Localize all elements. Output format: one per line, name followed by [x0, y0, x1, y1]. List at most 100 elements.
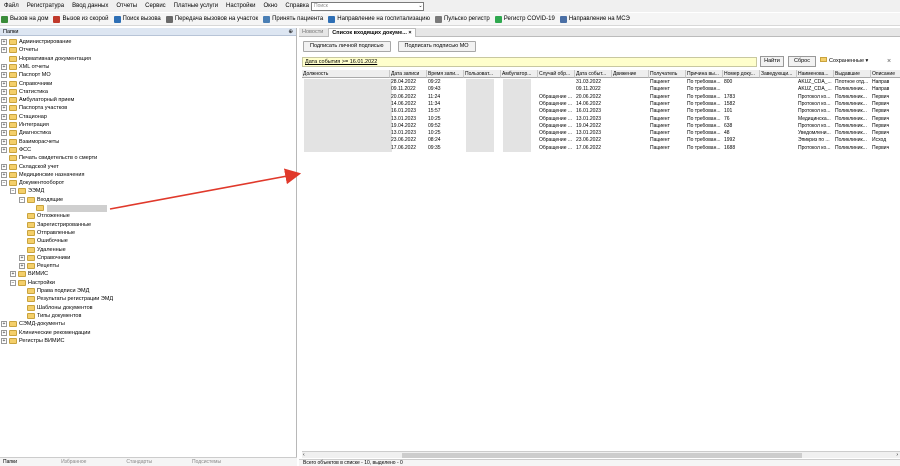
tree-node[interactable]: Шаблоны документов	[19, 304, 93, 312]
tree-node[interactable]: + Паспорт МО	[1, 71, 51, 79]
tree-node[interactable]: + Клинические рекомендации	[1, 329, 90, 337]
tree-node[interactable]: + Регистры ВИМИС	[1, 337, 65, 345]
expand-icon[interactable]: +	[1, 47, 7, 54]
table-cell[interactable]: Пациент	[649, 123, 686, 130]
tree-node[interactable]: + Справочники	[1, 80, 52, 88]
collapse-icon[interactable]: −	[19, 196, 25, 203]
table-cell[interactable]: Пациент	[649, 94, 686, 101]
table-cell[interactable]: По требован...	[686, 108, 723, 115]
table-cell[interactable]: Пациент	[649, 145, 686, 152]
column-header[interactable]: Движение	[612, 70, 649, 78]
expand-icon[interactable]: +	[19, 263, 25, 270]
filter-condition[interactable]: Дата события >= 16.01.2022	[302, 57, 757, 67]
table-cell[interactable]: Обращение ...	[538, 101, 575, 108]
table-cell[interactable]: 1992	[723, 137, 760, 144]
table-cell[interactable]: По требован...	[686, 79, 723, 86]
expand-icon[interactable]: +	[1, 163, 7, 170]
table-cell[interactable]: Пациент	[649, 101, 686, 108]
table-cell[interactable]: По требован...	[686, 130, 723, 137]
tree-node[interactable]: + Стационар	[1, 113, 47, 121]
expand-icon[interactable]: +	[19, 254, 25, 261]
table-cell[interactable]: Первич	[871, 108, 900, 115]
menu-item[interactable]: Платные услуги	[174, 3, 218, 9]
tree-node[interactable]: + Взаиморасчеты	[1, 138, 59, 146]
table-cell[interactable]: 19.04.2022	[390, 123, 427, 130]
search-input[interactable]: Поиск	[311, 2, 424, 11]
expand-icon[interactable]: +	[1, 171, 7, 178]
table-cell[interactable]: Пациент	[649, 130, 686, 137]
tree-node[interactable]: Ошибочные	[19, 237, 68, 245]
table-cell[interactable]: Поликлиник...	[834, 123, 871, 130]
table-cell[interactable]: Пациент	[649, 116, 686, 123]
table-cell[interactable]: 13.01.2023	[390, 116, 427, 123]
table-cell[interactable]: 10:25	[427, 116, 464, 123]
table-cell[interactable]: Первич	[871, 123, 900, 130]
close-filter-icon[interactable]: ×	[884, 56, 894, 67]
table-cell[interactable]: Обращение ...	[538, 145, 575, 152]
expand-icon[interactable]: +	[1, 80, 7, 87]
tree-node[interactable]: + ФСС	[1, 146, 31, 154]
expand-icon[interactable]: +	[1, 97, 7, 104]
expand-icon[interactable]: +	[1, 138, 7, 145]
tree-node[interactable]	[28, 204, 107, 212]
tree-node[interactable]: + Паспорта участков	[1, 104, 67, 112]
table-cell[interactable]: Направ	[871, 86, 900, 93]
table-cell[interactable]: 13.01.2023	[390, 130, 427, 137]
tree-node[interactable]: Отложенные	[19, 212, 70, 220]
table-cell[interactable]: Направ	[871, 79, 900, 86]
table-cell[interactable]: AKUZ_CDA_...	[797, 86, 834, 93]
table-cell[interactable]: 09:22	[427, 79, 464, 86]
table-cell[interactable]: По требован...	[686, 145, 723, 152]
column-header[interactable]: Получатель	[649, 70, 686, 78]
document-tab[interactable]: Список входящих докуме... ×	[328, 28, 416, 37]
panel-switch-tab[interactable]: Папки	[3, 459, 17, 465]
collapse-icon[interactable]: −	[10, 188, 16, 195]
column-header[interactable]: Время запи...	[427, 70, 464, 78]
tree-node[interactable]: Зарегистрированные	[19, 221, 91, 229]
tree-node[interactable]: + ВИМИС	[10, 270, 48, 278]
table-cell[interactable]: 48	[723, 130, 760, 137]
column-header[interactable]: Дата записи	[390, 70, 427, 78]
toolbar-button[interactable]: Передача вызовов на участок	[165, 15, 258, 23]
table-cell[interactable]: Пациент	[649, 79, 686, 86]
menu-item[interactable]: Окно	[263, 3, 277, 9]
tree-node[interactable]: + Справочники	[19, 254, 70, 262]
table-cell[interactable]: 13.01.2023	[575, 116, 612, 123]
table-cell[interactable]: 638	[723, 123, 760, 130]
table-cell[interactable]: 23.06.2022	[390, 137, 427, 144]
tree-node[interactable]: − Документооборот	[1, 179, 64, 187]
toolbar-button[interactable]: Направление на МСЭ	[559, 15, 630, 23]
sign-mo-button[interactable]: Подписать подписью МО	[397, 40, 476, 52]
tree-node[interactable]: Типы документов	[19, 312, 81, 320]
tree-node[interactable]: − Входящие	[19, 196, 63, 204]
table-cell[interactable]: По требован...	[686, 86, 723, 93]
table-cell[interactable]: Пациент	[649, 108, 686, 115]
table-cell[interactable]: 08:24	[427, 137, 464, 144]
panel-switch-tab[interactable]: Избранное	[61, 459, 86, 465]
table-cell[interactable]: 17.06.2022	[575, 145, 612, 152]
tree-node[interactable]: + Статистика	[1, 88, 48, 96]
table-cell[interactable]: 09.11.2022	[390, 86, 427, 93]
expand-icon[interactable]: +	[10, 271, 16, 278]
table-cell[interactable]: 11:24	[427, 94, 464, 101]
table-cell[interactable]: Уведомлени...	[797, 130, 834, 137]
tree-node[interactable]: Нормативная документация	[1, 55, 91, 63]
table-cell[interactable]: Первич	[871, 116, 900, 123]
column-header[interactable]: Пользоват...	[464, 70, 501, 78]
table-cell[interactable]: 19.04.2022	[575, 123, 612, 130]
column-header[interactable]: Описание	[871, 70, 900, 78]
tree-node[interactable]: − ЭЭМД	[10, 187, 44, 195]
tree-node[interactable]: + Отчеты	[1, 46, 38, 54]
table-cell[interactable]: Исход	[871, 137, 900, 144]
expand-icon[interactable]: +	[1, 122, 7, 128]
tree-node[interactable]: + Интеграция	[1, 121, 49, 129]
expand-icon[interactable]: +	[1, 72, 7, 79]
table-cell[interactable]: 20.06.2022	[575, 94, 612, 101]
toolbar-button[interactable]: Направление на госпитализацию	[328, 15, 430, 23]
sign-personal-button[interactable]: Подписать личной подписью	[303, 40, 391, 52]
expand-icon[interactable]: +	[1, 130, 7, 137]
table-cell[interactable]: Поликлиник...	[834, 145, 871, 152]
table-cell[interactable]: 20.06.2022	[390, 94, 427, 101]
table-cell[interactable]: 09:43	[427, 86, 464, 93]
table-cell[interactable]: 15:57	[427, 108, 464, 115]
